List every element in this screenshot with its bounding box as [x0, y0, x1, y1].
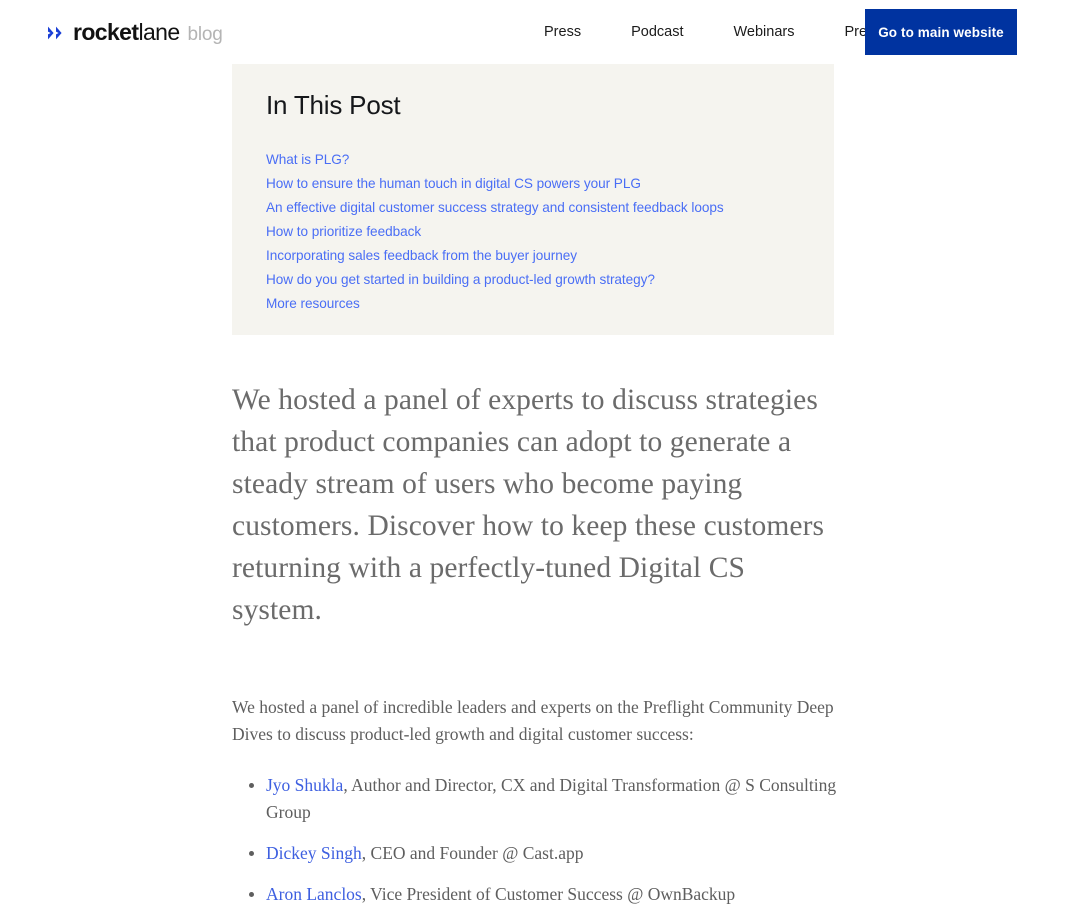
in-this-post-card: In This Post What is PLG? How to ensure …	[232, 64, 834, 335]
list-item: More resources	[266, 292, 800, 316]
panelist-role: , CEO and Founder @ Cast.app	[361, 843, 584, 863]
double-chevron-icon	[48, 25, 70, 46]
panelist-link-jyo-shukla[interactable]: Jyo Shukla	[266, 775, 343, 795]
list-item: How to ensure the human touch in digital…	[266, 172, 800, 196]
toc-link-more-resources[interactable]: More resources	[266, 292, 360, 316]
brand-logo-link[interactable]: rocketlane blog	[48, 19, 223, 46]
brand-name-bold: rocket	[73, 19, 139, 45]
list-item: Jyo Shukla, Author and Director, CX and …	[249, 772, 837, 826]
nav-item-press[interactable]: Press	[530, 23, 606, 41]
list-item: An effective digital customer success st…	[266, 196, 800, 220]
in-this-post-title: In This Post	[266, 90, 401, 120]
brand-name: rocketlane	[73, 19, 180, 46]
toc-link-what-is-plg[interactable]: What is PLG?	[266, 148, 349, 172]
list-item: What is PLG?	[266, 148, 800, 172]
site-header: rocketlane blog Press Podcast Webinars P…	[0, 0, 1072, 64]
toc-link-prioritize-feedback[interactable]: How to prioritize feedback	[266, 220, 421, 244]
panelists-list: Jyo Shukla, Author and Director, CX and …	[232, 772, 837, 908]
table-of-contents-list: What is PLG? How to ensure the human tou…	[266, 148, 800, 316]
go-to-main-website-button[interactable]: Go to main website	[865, 9, 1017, 55]
panelist-link-dickey-singh[interactable]: Dickey Singh	[266, 843, 362, 863]
panelist-link-aron-lanclos[interactable]: Aron Lanclos	[266, 884, 362, 904]
list-item: Incorporating sales feedback from the bu…	[266, 244, 800, 268]
article-body: We hosted a panel of experts to discuss …	[232, 379, 837, 922]
list-item: How do you get started in building a pro…	[266, 268, 800, 292]
toc-link-get-started[interactable]: How do you get started in building a pro…	[266, 268, 655, 292]
list-item: Aron Lanclos, Vice President of Customer…	[249, 881, 837, 908]
article-paragraph: We hosted a panel of incredible leaders …	[232, 697, 834, 744]
nav-item-webinars[interactable]: Webinars	[708, 23, 819, 41]
list-item: Dickey Singh, CEO and Founder @ Cast.app	[249, 840, 837, 867]
toc-link-effective-strategy[interactable]: An effective digital customer success st…	[266, 196, 724, 220]
brand-subtitle: blog	[187, 24, 223, 45]
article-lede: We hosted a panel of experts to discuss …	[232, 384, 825, 626]
toc-link-sales-feedback[interactable]: Incorporating sales feedback from the bu…	[266, 244, 577, 268]
list-item: How to prioritize feedback	[266, 220, 800, 244]
main-navigation: Press Podcast Webinars Preflight	[530, 23, 923, 41]
nav-item-podcast[interactable]: Podcast	[606, 23, 708, 41]
toc-link-human-touch[interactable]: How to ensure the human touch in digital…	[266, 172, 641, 196]
panelist-role: , Vice President of Customer Success @ O…	[361, 884, 736, 904]
brand-name-light: lane	[138, 19, 180, 45]
panelist-role: , Author and Director, CX and Digital Tr…	[266, 775, 837, 822]
